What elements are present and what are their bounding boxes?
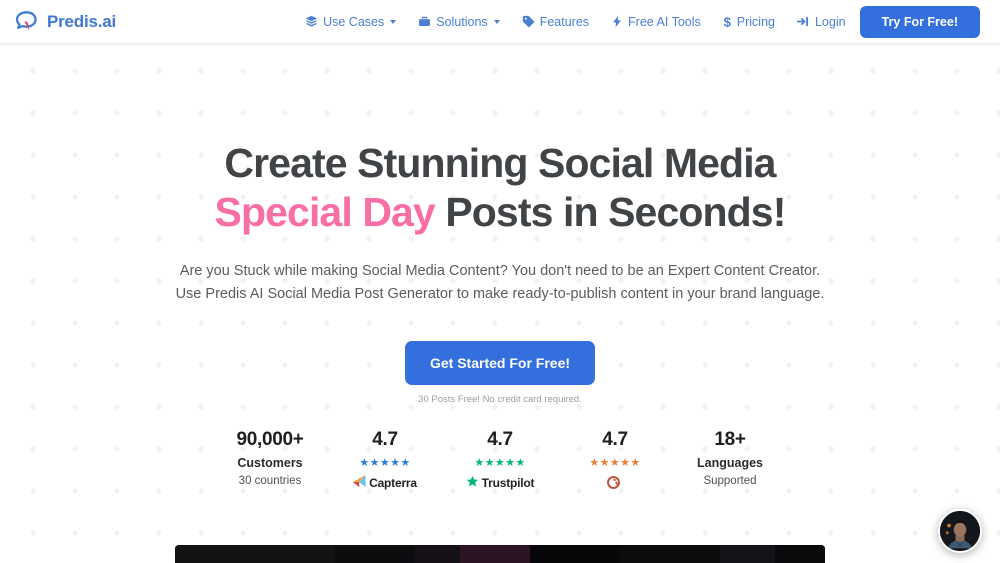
nav-item-features[interactable]: Features [522,15,589,29]
nav-item-use-cases[interactable]: Use Cases [305,15,396,29]
capterra-paperplane-icon [353,475,366,490]
nav-item-login[interactable]: Login [797,15,846,29]
person-avatar-icon [940,511,980,551]
capterra-label: Capterra [369,476,417,490]
subtitle-line-1: Are you Stuck while making Social Media … [180,263,820,279]
stat-value: 4.7 [558,429,673,451]
nav-item-pricing[interactable]: $ Pricing [723,15,775,29]
media-segment [620,545,720,563]
nav-item-solutions[interactable]: Solutions [418,15,499,29]
hero-cta-group: Get Started For Free! 30 Posts Free! No … [0,341,1000,405]
nav-item-label: Features [540,15,589,29]
nav-item-label: Pricing [737,15,775,29]
media-segment [530,545,620,563]
media-segment [335,545,415,563]
trustpilot-logo: Trustpilot [443,475,558,491]
stat-g2: 4.7 ★★★★★ [558,429,673,493]
cta-note: 30 Posts Free! No credit card required. [0,394,1000,405]
hero-subtitle: Are you Stuck while making Social Media … [0,260,1000,306]
headline-line-2-rest: Posts in Seconds! [435,189,786,235]
layers-icon [305,15,318,28]
stat-value: 90,000+ [213,429,328,451]
top-navigation-bar: Predis.ai Use Cases Solutions [0,0,1000,43]
nav-item-label: Use Cases [323,15,384,29]
speech-bubble-logo-icon [14,9,40,35]
nav-links: Use Cases Solutions Features [116,15,860,29]
stat-value: 18+ [673,429,788,451]
capterra-logo: Capterra [328,475,443,490]
headline-line-1: Create Stunning Social Media [224,140,775,186]
media-segment [175,545,335,563]
star-rating: ★★★★★ [443,457,558,469]
stat-capterra: 4.7 ★★★★★ Capterra [328,429,443,490]
media-segment [775,545,825,563]
nav-item-label: Free AI Tools [628,15,701,29]
headline-highlight: Special Day [215,189,435,235]
star-rating: ★★★★★ [558,457,673,469]
media-segment [720,545,780,563]
g2-logo [558,475,673,493]
stats-row: 90,000+ Customers 30 countries 4.7 ★★★★★… [0,429,1000,493]
trustpilot-star-icon [466,475,479,491]
chat-widget-avatar[interactable] [938,509,982,553]
hero-section: Create Stunning Social Media Special Day… [0,43,1000,493]
stat-customers: 90,000+ Customers 30 countries [213,429,328,488]
nav-item-free-ai-tools[interactable]: Free AI Tools [611,15,701,29]
stat-value: 4.7 [443,429,558,451]
video-preview-strip[interactable] [175,545,825,563]
svg-text:$: $ [723,15,731,29]
stat-label: Languages [673,456,788,471]
brand-logo[interactable]: Predis.ai [14,9,116,35]
stat-sub: 30 countries [213,474,328,488]
stat-label: Customers [213,456,328,471]
try-for-free-button[interactable]: Try For Free! [860,6,980,38]
briefcase-icon [418,15,431,28]
subtitle-line-2: Use Predis AI Social Media Post Generato… [176,286,825,302]
sign-in-icon [797,15,810,28]
page-title: Create Stunning Social Media Special Day… [0,139,1000,237]
stat-sub: Supported [673,474,788,488]
stat-trustpilot: 4.7 ★★★★★ Trustpilot [443,429,558,491]
dollar-icon: $ [723,15,732,29]
chevron-down-icon [494,20,500,24]
nav-item-label: Solutions [436,15,487,29]
star-rating: ★★★★★ [328,457,443,469]
lightning-bolt-icon [611,15,623,28]
brand-name: Predis.ai [47,12,116,32]
nav-item-label: Login [815,15,846,29]
tag-icon [522,15,535,28]
stat-languages: 18+ Languages Supported [673,429,788,488]
get-started-for-free-button[interactable]: Get Started For Free! [405,341,595,385]
trustpilot-label: Trustpilot [482,476,535,490]
chevron-down-icon [390,20,396,24]
stat-value: 4.7 [328,429,443,451]
media-segment [460,545,530,563]
g2-logo-icon [606,475,621,493]
